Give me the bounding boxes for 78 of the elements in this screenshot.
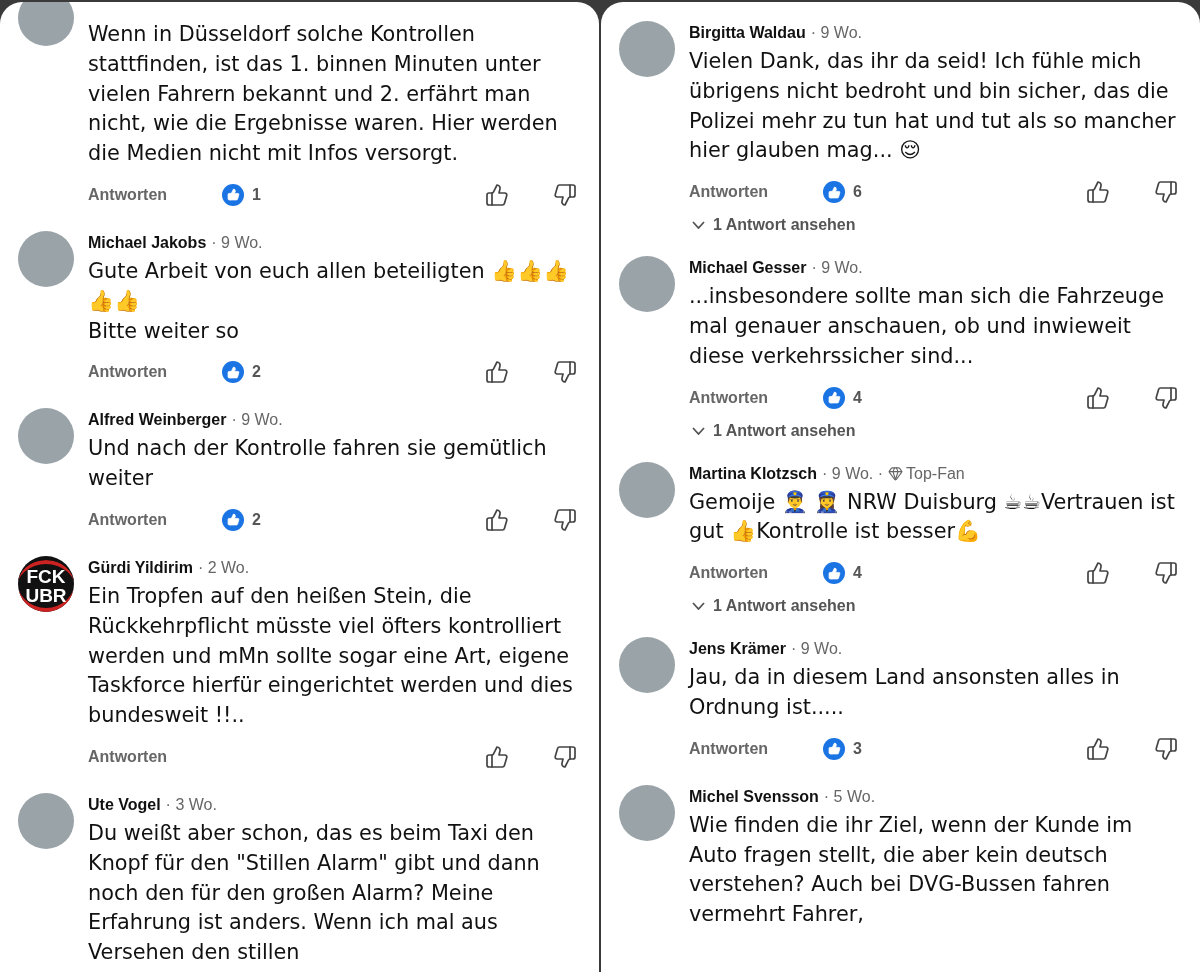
comment-text: Du weißt aber schon, das es beim Taxi den Knopf für den "Stillen Alarm" gibt und dann noch den für den großen Alarm? Meine Erfahrung ist anders. Wenn ich mal aus Versehen den stillen <box>88 819 541 967</box>
avatar-placeholder <box>18 231 74 287</box>
comment-age: · 9 Wo. <box>790 640 843 659</box>
thumbs-up-icon[interactable] <box>485 183 509 207</box>
chevron-down-icon <box>692 426 705 435</box>
author-name[interactable]: Ute Vogel <box>88 795 161 814</box>
author-name[interactable]: Martina Klotzsch <box>689 464 817 483</box>
avatar-logo: FCK UBR <box>18 555 74 612</box>
reply-link[interactable]: Antworten <box>88 510 222 529</box>
thumbs-down-icon[interactable] <box>1154 736 1178 761</box>
thumbs-down-icon[interactable] <box>553 744 577 769</box>
comment-text: Wie finden die ihr Ziel, wenn der Kunde im Auto fragen stellt, die aber kein deutsch verstehen? Auch bei DVG-Bussen fahren vermehrt Fahrer, <box>689 811 1134 929</box>
like-reaction-icon <box>823 737 845 760</box>
chevron-down-icon <box>692 221 705 230</box>
comment-age: · 9 Wo. <box>810 24 863 42</box>
view-replies-link[interactable]: 1 Antwort ansehen <box>689 216 1180 235</box>
author-name[interactable]: Michael Jakobs <box>88 234 207 252</box>
comment-text: Und nach der Kontrolle fahren sie gemütlich weiter <box>88 435 548 493</box>
like-reaction-icon <box>222 184 244 206</box>
like-count: 2 <box>252 510 261 529</box>
thumbs-down-icon[interactable] <box>553 360 577 385</box>
thumbs-up-icon[interactable] <box>1086 180 1110 205</box>
comment-text: Gute Arbeit von euch allen beteiligten 👍👍👍👍👍 Bitte weiter so <box>88 258 571 345</box>
reply-link[interactable]: Antworten <box>88 747 222 766</box>
like-reaction-icon <box>823 386 845 409</box>
author-name[interactable]: Birgitta Waldau <box>689 24 806 42</box>
comment-age: · 9 Wo. · <box>822 464 884 483</box>
thumbs-down-icon[interactable] <box>1154 561 1178 586</box>
comment-age: · 2 Wo. <box>197 558 250 577</box>
thumbs-up-icon[interactable] <box>1086 736 1110 761</box>
author-name[interactable]: Alfred Weinberger <box>88 411 227 430</box>
diamond-icon <box>888 466 904 482</box>
comment-text: ...insbesondere sollte man sich die Fahrzeuge mal genauer anschauen, ob und inwieweit diese verkehrssicher sind... <box>689 283 1165 370</box>
like-count: 4 <box>853 388 862 407</box>
comment-text: Ein Tropfen auf den heißen Stein, die Rückkehrpflicht müsste viel öfters kontrolliert werden und mMn sollte sogar eine Art, eigene Taskforce hierfür eingerichtet werden und dies bundesweit !!.. <box>88 582 574 730</box>
like-count: 1 <box>252 186 261 204</box>
avatar-placeholder <box>619 21 675 77</box>
like-reaction-icon <box>823 181 845 204</box>
thumbs-up-icon[interactable] <box>485 744 509 769</box>
comment-age: · 5 Wo. <box>823 787 876 806</box>
thumbs-down-icon[interactable] <box>553 507 577 532</box>
comment-age: · 9 Wo. <box>211 234 263 252</box>
reply-link[interactable]: Antworten <box>88 186 222 204</box>
thumbs-up-icon[interactable] <box>1086 561 1110 586</box>
thumbs-up-icon[interactable] <box>485 507 509 532</box>
author-name[interactable]: Michael Gesser <box>689 259 807 278</box>
reply-link[interactable]: Antworten <box>689 388 823 407</box>
like-count: 3 <box>853 739 862 758</box>
reply-link[interactable]: Antworten <box>88 363 222 382</box>
comment-text: Jau, da in diesem Land ansonsten alles in Ordnung ist..... <box>689 664 1121 721</box>
comment-text: Wenn in Düsseldorf solche Kontrollen stattfinden, ist das 1. binnen Minuten unter vielen Fahrern bekannt und 2. erfährt man nicht, wie die Ergebnisse waren. Hier werden die Medien nicht mit Infos versorgt. <box>88 21 559 168</box>
reply-link[interactable]: Antworten <box>689 564 823 583</box>
like-count: 2 <box>252 363 261 382</box>
thumbs-down-icon[interactable] <box>1154 180 1178 205</box>
comment-age: · 3 Wo. <box>165 795 217 814</box>
view-replies-link[interactable]: 1 Antwort ansehen <box>689 597 1180 616</box>
top-fan-label: Top-Fan <box>888 464 965 483</box>
like-reaction-icon <box>222 361 244 384</box>
comment-text: Gemoije 👮‍♂ 👮‍♀ NRW Duisburg ☕☕Vertrauen ist gut 👍Kontrolle ist besser💪 <box>689 488 1176 546</box>
thumbs-down-icon[interactable] <box>1154 385 1178 410</box>
reply-link[interactable]: Antworten <box>689 739 823 758</box>
like-count: 4 <box>853 564 862 583</box>
view-replies-link[interactable]: 1 Antwort ansehen <box>689 421 1180 440</box>
comment-age: · 9 Wo. <box>811 259 863 278</box>
avatar-placeholder <box>18 2 74 46</box>
comment-text: Vielen Dank, das ihr da seid! Ich fühle mich übrigens nicht bedroht und bin sicher, das die Polizei mehr zu tun hat und tut als so mancher hier glauben mag... 😌 <box>689 48 1177 165</box>
like-reaction-icon <box>823 562 845 585</box>
like-count: 6 <box>853 183 862 202</box>
comment-age: · 9 Wo. <box>231 411 283 430</box>
author-name[interactable]: Jens Krämer <box>689 640 786 659</box>
author-name[interactable]: Michel Svensson <box>689 787 819 806</box>
thumbs-up-icon[interactable] <box>485 360 509 385</box>
thumbs-down-icon[interactable] <box>553 183 577 207</box>
chevron-down-icon <box>692 602 705 611</box>
author-name[interactable]: Gürdi Yildirim <box>88 558 193 577</box>
like-reaction-icon <box>222 508 244 531</box>
thumbs-up-icon[interactable] <box>1086 385 1110 410</box>
reply-link[interactable]: Antworten <box>689 183 823 202</box>
